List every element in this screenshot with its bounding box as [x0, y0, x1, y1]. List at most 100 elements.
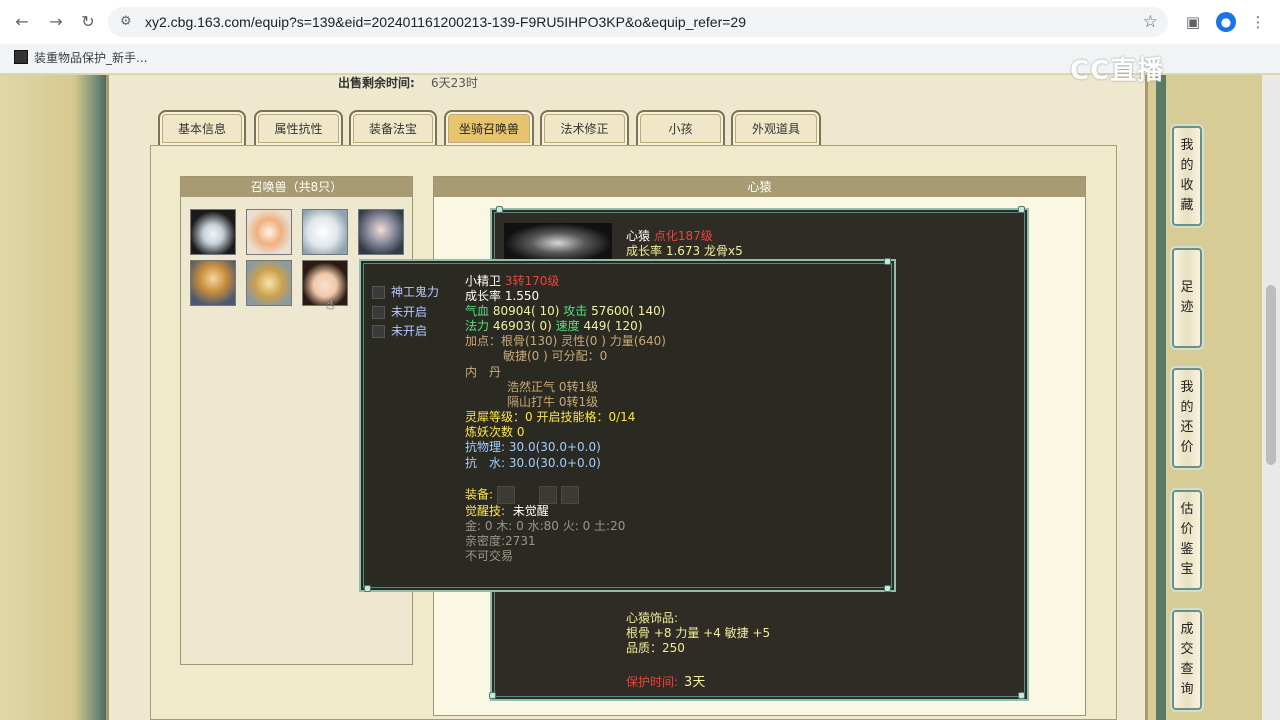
skill-slot-1[interactable]: 神工鬼力	[372, 283, 439, 300]
sale-time-value: 6天23时	[431, 76, 478, 90]
corner-dot	[1018, 692, 1025, 699]
accessory-title: 心猿饰品:	[626, 611, 679, 625]
bookmark-star-icon[interactable]: ☆	[1143, 12, 1158, 32]
mount-image	[504, 223, 612, 263]
bookmark-favicon-icon	[14, 50, 28, 64]
accessory-quality: 品质：250	[626, 641, 685, 655]
refine-count: 炼妖次数 0	[465, 425, 525, 439]
back-arrow-icon[interactable]: ←	[10, 10, 34, 34]
corner-dot	[489, 692, 496, 699]
forward-arrow-icon[interactable]: →	[44, 10, 68, 34]
neidan-label: 内 丹	[465, 365, 502, 379]
mount-growth: 成长率 1.673 龙骨x5	[626, 244, 743, 258]
summon-name-line: 小精卫 3转170级	[465, 274, 560, 288]
nav-label-char: 还	[1180, 420, 1194, 435]
bookmark-item[interactable]: 装重物品保护_新手...	[14, 49, 147, 65]
summon-growth: 成长率 1.550	[465, 289, 540, 303]
element-values: 金: 0 木: 0 水:80 火: 0 土:20	[465, 519, 626, 533]
rail-seam	[1156, 75, 1166, 720]
menu-kebab-icon[interactable]: ⋮	[1246, 10, 1270, 34]
sale-time-label: 出售剩余时间:	[338, 76, 415, 90]
neidan-2: 隔山打牛 0转1级	[507, 395, 599, 409]
tab-equipment[interactable]: 装备法宝	[349, 110, 437, 145]
summon-avatar-7[interactable]	[302, 260, 348, 306]
summon-avatar-3[interactable]	[302, 209, 348, 255]
trade-status: 不可交易	[465, 549, 514, 563]
resist-physical: 抗物理: 30.0(30.0+0.0)	[465, 440, 601, 454]
nav-footprint[interactable]: 足迹	[1172, 248, 1202, 348]
summon-hp-atk: 气血 80904( 10) 攻击 57600( 140)	[465, 304, 666, 318]
equip-slot[interactable]	[539, 486, 558, 504]
nav-label-char: 询	[1180, 682, 1194, 697]
nav-label-char: 藏	[1180, 198, 1194, 213]
nav-label-char: 交	[1180, 642, 1194, 657]
nav-label-char: 的	[1180, 158, 1194, 173]
tab-child[interactable]: 小孩	[636, 110, 725, 145]
reload-icon[interactable]: ↻	[76, 10, 100, 34]
right-decorative-rail	[1148, 75, 1280, 720]
nav-appraisal[interactable]: 估价鉴宝	[1172, 490, 1202, 590]
nav-label-char: 鉴	[1180, 542, 1194, 557]
spirit-level: 灵犀等级：0 开启技能格：0/14	[465, 410, 636, 424]
profile-avatar-icon[interactable]: ●	[1216, 12, 1236, 32]
skill-icon	[372, 286, 385, 299]
summon-points-1: 加点：根骨(130) 灵性(0 ) 力量(640)	[465, 334, 666, 348]
skill-icon	[372, 306, 385, 319]
mount-accessory: 心猿饰品: 根骨 +8 力量 +4 敏捷 +5 品质：250	[626, 611, 770, 656]
resist-water: 抗 水: 30.0(30.0+0.0)	[465, 456, 601, 470]
nav-my-counteroffer[interactable]: 我的还价	[1172, 368, 1202, 468]
address-bar[interactable]: ⚙ xy2.cbg.163.com/equip?s=139&eid=202401…	[108, 7, 1168, 37]
protect-time-value: 3天	[684, 675, 706, 690]
skill-slot-2[interactable]: 未开启	[372, 303, 427, 320]
corner-dot	[1018, 206, 1025, 213]
equip-slot[interactable]	[561, 486, 580, 504]
skill-slot-3[interactable]: 未开启	[372, 322, 427, 339]
corner-dot	[496, 206, 503, 213]
side-panel-icon[interactable]: ▣	[1181, 10, 1205, 34]
browser-toolbar: ← → ↻ ⚙ xy2.cbg.163.com/equip?s=139&eid=…	[0, 0, 1280, 44]
nav-label-char: 查	[1180, 662, 1194, 677]
summon-avatar-1[interactable]	[190, 209, 236, 255]
mount-detail-title: 心猿	[434, 177, 1085, 197]
page-scrollbar[interactable]	[1262, 75, 1280, 720]
equip-slot[interactable]	[497, 486, 516, 504]
site-info-icon[interactable]: ⚙	[120, 14, 136, 30]
summon-points-2: 敏捷(0 ) 可分配：0	[503, 349, 608, 363]
summon-list-title: 召唤兽（共8只）	[181, 177, 412, 197]
nav-label-char: 成	[1180, 622, 1194, 637]
nav-label-char: 价	[1180, 440, 1194, 455]
accessory-stats: 根骨 +8 力量 +4 敏捷 +5	[626, 626, 771, 640]
summon-equipment: 装备:	[465, 486, 580, 504]
url-text[interactable]: xy2.cbg.163.com/equip?s=139&eid=20240116…	[145, 14, 746, 30]
nav-deal-query[interactable]: 成交查询	[1172, 610, 1202, 710]
nav-label-char: 估	[1180, 502, 1194, 517]
tab-basic-info[interactable]: 基本信息	[158, 110, 246, 145]
tab-spell-correction[interactable]: 法术修正	[540, 110, 629, 145]
intimacy: 亲密度:2731	[465, 534, 536, 548]
nav-label-char: 的	[1180, 400, 1194, 415]
protect-time-label: 保护时间:	[626, 675, 679, 689]
nav-label-char: 价	[1180, 522, 1194, 537]
summon-avatar-6[interactable]	[246, 260, 292, 306]
summon-avatar-2[interactable]	[246, 209, 292, 255]
mouse-pointer-icon: ☝	[326, 297, 335, 313]
protect-time: 保护时间: 3天	[626, 671, 705, 690]
left-decorative-rail	[0, 75, 106, 720]
bookmark-label: 装重物品保护_新手...	[34, 50, 148, 65]
nav-label-char: 宝	[1180, 562, 1194, 577]
nav-label-char: 收	[1180, 178, 1194, 193]
tab-appearance[interactable]: 外观道具	[731, 110, 821, 145]
scrollbar-thumb[interactable]	[1266, 285, 1276, 465]
tab-mount-summon[interactable]: 坐骑召唤兽	[444, 110, 534, 145]
corner-dot	[884, 585, 891, 592]
corner-dot	[364, 585, 371, 592]
stream-watermark: CC直播	[1070, 56, 1165, 86]
summon-avatar-5[interactable]	[190, 260, 236, 306]
tab-attributes[interactable]: 属性抗性	[254, 110, 343, 145]
neidan-1: 浩然正气 0转1级	[507, 380, 599, 394]
summon-avatar-4[interactable]	[358, 209, 404, 255]
nav-label-char: 迹	[1180, 300, 1194, 315]
nav-label-char: 我	[1180, 380, 1194, 395]
skill-icon	[372, 325, 385, 338]
nav-my-favorites[interactable]: 我的收藏	[1172, 126, 1202, 226]
